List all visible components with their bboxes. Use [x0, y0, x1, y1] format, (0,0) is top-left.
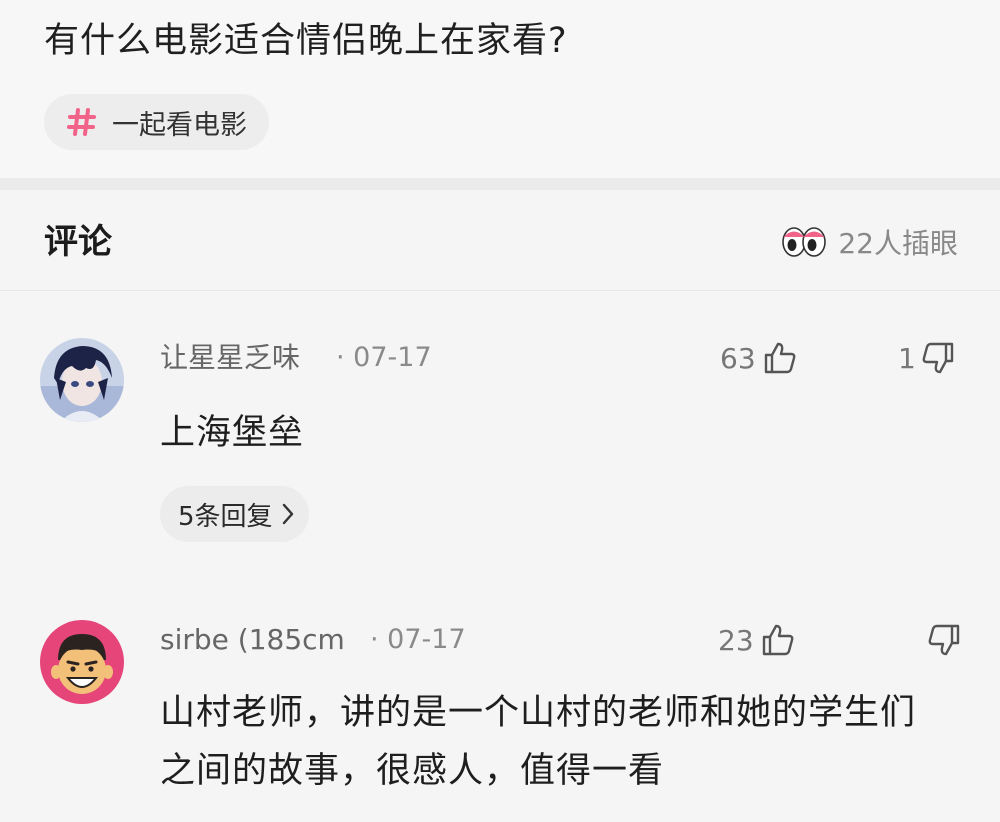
comment-username[interactable]: 让星星乏味	[160, 338, 300, 378]
eyes-icon	[780, 224, 828, 260]
comment-date: · 07-17	[370, 624, 466, 655]
replies-button[interactable]: 5条回复	[160, 486, 309, 542]
dislike-count: 1	[898, 341, 916, 375]
chevron-right-icon	[281, 502, 295, 526]
watchers-button[interactable]: 22人插眼	[780, 220, 958, 264]
dislike-button[interactable]: 1	[898, 338, 956, 378]
comment-date: · 07-17	[336, 342, 432, 373]
avatar[interactable]	[40, 620, 124, 704]
section-divider	[0, 178, 1000, 190]
avatar[interactable]	[40, 338, 124, 422]
hash-icon	[66, 106, 98, 138]
comments-title: 评论	[44, 222, 112, 262]
topic-label: 一起看电影	[112, 109, 247, 141]
comments-header: 评论 22人插眼	[0, 190, 1000, 291]
like-count: 63	[720, 341, 756, 375]
topic-chip[interactable]: 一起看电影	[44, 94, 269, 150]
thumbs-down-icon	[926, 622, 962, 658]
thumbs-up-icon	[760, 622, 796, 658]
thumbs-down-icon	[920, 340, 956, 376]
watchers-count: 22人插眼	[838, 227, 958, 260]
like-count: 23	[718, 623, 754, 657]
replies-label: 5条回复	[178, 501, 273, 532]
thumbs-up-icon	[762, 340, 798, 376]
question-title[interactable]: 有什么电影适合情侣晚上在家看?	[44, 16, 568, 66]
comment-text: 山村老师，讲的是一个山村的老师和她的学生们之间的故事，很感人，值得一看	[160, 693, 917, 791]
comment-username[interactable]: sirbe (185cm	[160, 620, 345, 660]
like-button[interactable]: 63	[720, 338, 798, 378]
question-section: 有什么电影适合情侣晚上在家看? 一起看电影	[0, 0, 1000, 178]
like-button[interactable]: 23	[718, 620, 796, 660]
dislike-button[interactable]	[922, 620, 962, 660]
comment-text: 上海堡垒	[160, 413, 305, 453]
